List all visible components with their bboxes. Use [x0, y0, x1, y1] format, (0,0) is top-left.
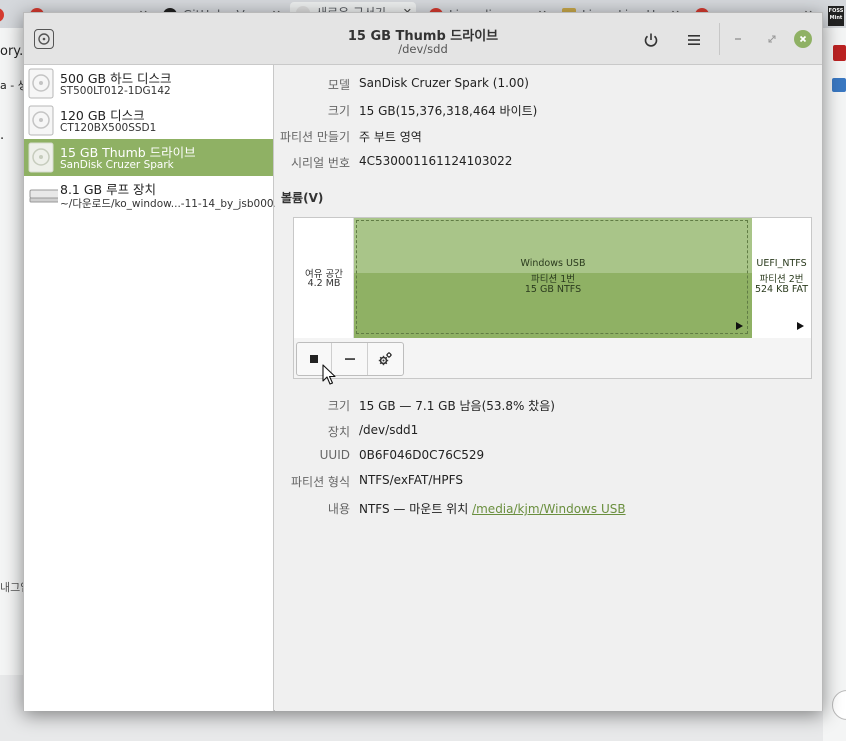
- partition-options-button[interactable]: [368, 343, 403, 375]
- device-item-500gb-hdd[interactable]: 500 GB 하드 디스크 ST500LT012-1DG142: [24, 65, 273, 102]
- drive-partitioning-label: 파티션 만들기: [279, 130, 350, 144]
- gears-icon: [379, 352, 393, 366]
- device-item-loop-device[interactable]: 8.1 GB 루프 장치 ~/다운로드/ko_window...-11-14_b…: [24, 176, 292, 213]
- header-bar: 15 GB Thumb 드라이브 /dev/sdd: [24, 13, 822, 65]
- volume-map: 여유 공간 4.2 MB Windows USB 파티션 1번 15 GB NT…: [293, 217, 812, 379]
- free-space-segment[interactable]: 여유 공간 4.2 MB: [294, 218, 354, 338]
- header-divider: [719, 23, 720, 55]
- mounted-play-icon: [736, 322, 743, 330]
- partition-type-value: NTFS/exFAT/HPFS: [359, 473, 463, 487]
- fossmint-logo: FOSS Mint: [828, 6, 844, 26]
- partition-device-value: /dev/sdd1: [359, 423, 419, 437]
- tab-favicon-icon: [0, 8, 4, 22]
- power-icon: [644, 33, 658, 47]
- partition-device-label: 장치: [327, 425, 350, 439]
- partition-contents-label: 내용: [327, 502, 350, 516]
- minimize-icon: [735, 38, 741, 40]
- drive-size-value: 15 GB(15,376,318,464 바이트): [359, 104, 538, 118]
- drive-size-label: 크기: [327, 104, 350, 118]
- delete-partition-button[interactable]: [332, 343, 368, 375]
- partition-size-value: 15 GB — 7.1 GB 남음(53.8% 찼음): [359, 399, 555, 413]
- drive-model-value: SanDisk Cruzer Spark (1.00): [359, 76, 529, 90]
- partition-uuid-value: 0B6F046D0C76C529: [359, 448, 485, 462]
- hard-disk-icon: [28, 105, 54, 136]
- close-button[interactable]: [794, 30, 812, 48]
- device-detail: ST500LT012-1DG142: [60, 85, 171, 97]
- device-detail: CT120BX500SSD1: [60, 122, 157, 134]
- partition-name: Windows USB: [520, 258, 586, 269]
- mouse-cursor-icon: [322, 364, 336, 385]
- drive-options-menu-button[interactable]: [681, 28, 707, 52]
- partition-size-type: 524 KB FAT: [754, 284, 809, 295]
- usb-drive-icon: [28, 142, 54, 173]
- partition-size-label: 크기: [327, 399, 350, 413]
- hard-disk-icon: [28, 68, 54, 99]
- contents-prefix: NTFS — 마운트 위치: [359, 502, 473, 516]
- minimize-button[interactable]: [730, 31, 746, 47]
- stop-icon: [310, 355, 319, 363]
- background-page-right: [823, 28, 846, 741]
- partition-number: 파티션 1번: [530, 274, 576, 285]
- device-detail: SanDisk Cruzer Spark: [60, 159, 174, 171]
- uefi-ntfs-partition-segment[interactable]: UEFI_NTFS 파티션 2번 524 KB FAT: [752, 218, 811, 338]
- hamburger-menu-icon: [688, 35, 700, 45]
- background-text: ·: [0, 132, 5, 147]
- drive-model-label: 모델: [327, 78, 350, 92]
- background-text: ory.: [0, 44, 24, 59]
- device-item-15gb-thumb-drive[interactable]: 15 GB Thumb 드라이브 SanDisk Cruzer Spark: [24, 139, 273, 176]
- partition-uuid-label: UUID: [319, 448, 350, 462]
- drive-partitioning-value: 주 부트 영역: [359, 130, 422, 144]
- power-off-button[interactable]: [638, 28, 664, 52]
- background-tab[interactable]: [0, 4, 20, 26]
- drive-serial-label: 시리얼 번호: [290, 156, 350, 170]
- background-red-button[interactable]: [833, 45, 846, 61]
- partition-type-label: 파티션 형식: [290, 475, 350, 489]
- drive-details-panel: 모델 SanDisk Cruzer Spark (1.00) 크기 15 GB(…: [275, 65, 822, 711]
- partition-contents-value: NTFS — 마운트 위치 /media/kjm/Windows USB: [359, 500, 626, 517]
- maximize-icon: [768, 35, 776, 43]
- disks-window: 15 GB Thumb 드라이브 /dev/sdd 500 GB 하드 디스크 …: [23, 12, 823, 711]
- volume-toolbar: [296, 342, 404, 376]
- drive-serial-value: 4C530001161124103022: [359, 154, 513, 168]
- minus-icon: [344, 358, 355, 360]
- mount-point-link[interactable]: /media/kjm/Windows USB: [472, 502, 626, 516]
- windows-usb-partition-segment[interactable]: Windows USB 파티션 1번 15 GB NTFS: [354, 218, 752, 338]
- volume-row: 여유 공간 4.2 MB Windows USB 파티션 1번 15 GB NT…: [294, 218, 811, 338]
- volumes-heading: 볼륨(V): [281, 191, 324, 205]
- device-list: 500 GB 하드 디스크 ST500LT012-1DG142 120 GB 디…: [24, 65, 292, 711]
- maximize-button[interactable]: [764, 31, 780, 47]
- partition-size-type: 15 GB NTFS: [524, 284, 582, 295]
- partition-number: 파티션 2번: [759, 274, 804, 285]
- partition-name: UEFI_NTFS: [756, 258, 807, 269]
- loop-device-icon: [29, 189, 58, 203]
- free-space-size: 4.2 MB: [307, 278, 341, 289]
- close-icon: [799, 35, 807, 43]
- play-icon: [797, 322, 804, 330]
- background-blue-button[interactable]: [832, 78, 846, 92]
- device-detail: ~/다운로드/ko_window...-11-14_by_jsb000.iso: [60, 198, 292, 210]
- device-item-120gb-disk[interactable]: 120 GB 디스크 CT120BX500SSD1: [24, 102, 273, 139]
